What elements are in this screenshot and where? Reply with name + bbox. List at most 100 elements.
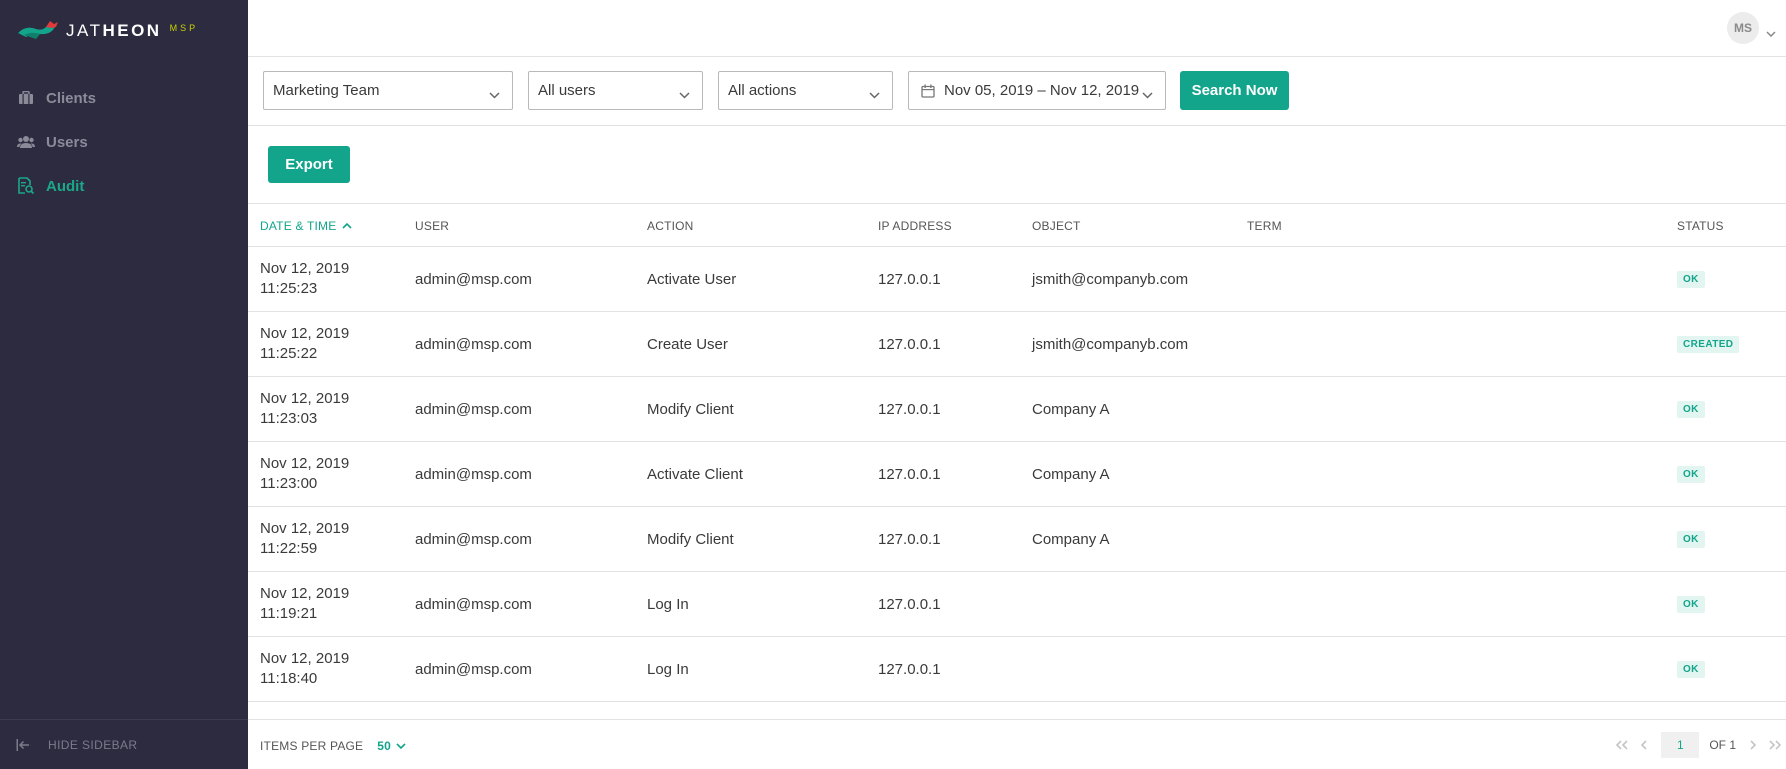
briefcase-icon [17, 89, 35, 107]
status-badge: OK [1677, 270, 1705, 288]
table-row[interactable]: Nov 12, 2019 11:23:03 admin@msp.com Modif… [248, 377, 1786, 442]
column-header-action[interactable]: ACTION [647, 219, 694, 233]
datetime-cell: Nov 12, 2019 11:25:22 [260, 325, 350, 362]
collapse-left-icon [16, 738, 30, 751]
sidebar-item-label: Clients [46, 89, 97, 107]
table-header: DATE & TIME USER ACTION IP ADDRESS OBJEC… [248, 203, 1786, 247]
datetime-cell: Nov 12, 2019 11:22:59 [260, 520, 350, 557]
items-per-page-select[interactable]: 50 [377, 739, 406, 753]
export-button[interactable]: Export [268, 146, 350, 183]
action-cell: Modify Client [647, 400, 734, 418]
sidebar-nav: Clients Users Audit [0, 76, 248, 208]
object-cell: jsmith@companyb.com [1032, 335, 1189, 353]
status-badge: OK [1677, 530, 1705, 548]
team-select-value: Marketing Team [273, 82, 380, 99]
user-cell: admin@msp.com [415, 595, 532, 613]
user-cell: admin@msp.com [415, 400, 532, 418]
brand-name: JATHEON [66, 21, 162, 40]
status-badge: OK [1677, 595, 1705, 613]
ip-cell: 127.0.0.1 [878, 335, 941, 353]
datetime-cell: Nov 12, 2019 11:23:03 [260, 390, 350, 427]
jatheon-logo-icon [18, 21, 58, 39]
users-select[interactable]: All users [528, 71, 703, 110]
previous-page-icon[interactable] [1633, 733, 1655, 757]
column-header-object[interactable]: OBJECT [1032, 219, 1081, 233]
last-page-icon[interactable] [1764, 733, 1786, 757]
chevron-down-icon[interactable] [1766, 24, 1776, 42]
status-cell: OK [1677, 247, 1705, 311]
status-cell: OK [1677, 377, 1705, 441]
search-now-button[interactable]: Search Now [1180, 71, 1289, 110]
action-cell: Log In [647, 660, 689, 678]
chevron-down-icon [679, 86, 690, 103]
pagination: OF 1 [1611, 732, 1786, 758]
object-cell: jsmith@companyb.com [1032, 270, 1189, 288]
object-cell: Company A [1032, 530, 1110, 548]
status-badge: OK [1677, 660, 1705, 678]
actions-select[interactable]: All actions [718, 71, 893, 110]
status-cell: OK [1677, 442, 1705, 506]
table-row[interactable]: Nov 12, 2019 11:25:22 admin@msp.com Creat… [248, 312, 1786, 377]
hide-sidebar-label: HIDE SIDEBAR [48, 737, 138, 752]
calendar-icon [921, 84, 935, 98]
sidebar: JATHEON MSP Clients Users Audit HIDE SID… [0, 0, 248, 769]
table-row[interactable]: Nov 12, 2019 11:19:21 admin@msp.com Log I… [248, 572, 1786, 637]
users-select-value: All users [538, 82, 596, 99]
sidebar-item-clients[interactable]: Clients [0, 76, 248, 120]
status-badge: OK [1677, 465, 1705, 483]
page-number-input[interactable] [1661, 732, 1700, 758]
column-header-status[interactable]: STATUS [1677, 219, 1724, 233]
status-cell: OK [1677, 572, 1705, 636]
status-cell: CREATED [1677, 312, 1740, 376]
column-header-user[interactable]: USER [415, 219, 449, 233]
audit-icon [17, 177, 35, 195]
ip-cell: 127.0.0.1 [878, 270, 941, 288]
brand-logo[interactable]: JATHEON MSP [16, 18, 198, 44]
items-per-page-label: ITEMS PER PAGE [260, 739, 364, 753]
object-cell: Company A [1032, 465, 1110, 483]
datetime-cell: Nov 12, 2019 11:19:21 [260, 585, 350, 622]
status-cell: OK [1677, 507, 1705, 571]
items-per-page: ITEMS PER PAGE 50 [260, 739, 406, 753]
sidebar-item-audit[interactable]: Audit [0, 164, 248, 208]
user-cell: admin@msp.com [415, 660, 532, 678]
table-row[interactable]: Nov 12, 2019 11:18:40 admin@msp.com Log I… [248, 637, 1786, 702]
sidebar-item-users[interactable]: Users [0, 120, 248, 164]
filter-bar: Marketing Team All users All actions Nov… [248, 57, 1786, 126]
table-row[interactable]: Nov 12, 2019 11:25:23 admin@msp.com Activ… [248, 247, 1786, 312]
hide-sidebar-button[interactable]: HIDE SIDEBAR [0, 719, 248, 769]
user-cell: admin@msp.com [415, 530, 532, 548]
top-bar: MS [248, 0, 1786, 57]
chevron-up-icon [342, 223, 353, 229]
action-cell: Log In [647, 595, 689, 613]
date-range-picker[interactable]: Nov 05, 2019 – Nov 12, 2019 [908, 71, 1166, 110]
users-icon [17, 133, 35, 151]
ip-cell: 127.0.0.1 [878, 595, 941, 613]
date-range-value: Nov 05, 2019 – Nov 12, 2019 [944, 82, 1140, 99]
actions-select-value: All actions [728, 82, 797, 99]
chevron-down-icon [869, 86, 880, 103]
table-row[interactable]: Nov 12, 2019 11:23:00 admin@msp.com Activ… [248, 442, 1786, 507]
datetime-cell: Nov 12, 2019 11:23:00 [260, 455, 350, 492]
ip-cell: 127.0.0.1 [878, 530, 941, 548]
column-header-ip-address[interactable]: IP ADDRESS [878, 219, 952, 233]
status-cell: OK [1677, 637, 1705, 701]
avatar[interactable]: MS [1727, 12, 1759, 44]
page-count-label: OF 1 [1709, 738, 1736, 752]
team-select[interactable]: Marketing Team [263, 71, 513, 110]
chevron-down-icon [489, 86, 500, 103]
status-badge: CREATED [1677, 335, 1740, 353]
datetime-cell: Nov 12, 2019 11:18:40 [260, 650, 350, 687]
audit-table-body: Nov 12, 2019 11:25:23 admin@msp.com Activ… [248, 247, 1786, 702]
action-cell: Modify Client [647, 530, 734, 548]
next-page-icon[interactable] [1742, 733, 1764, 757]
user-cell: admin@msp.com [415, 335, 532, 353]
table-footer: ITEMS PER PAGE 50 OF 1 [248, 719, 1786, 769]
first-page-icon[interactable] [1611, 733, 1633, 757]
table-row[interactable]: Nov 12, 2019 11:22:59 admin@msp.com Modif… [248, 507, 1786, 572]
column-header-date-time[interactable]: DATE & TIME [260, 219, 353, 233]
user-cell: admin@msp.com [415, 270, 532, 288]
brand-suffix: MSP [169, 23, 199, 33]
ip-cell: 127.0.0.1 [878, 465, 941, 483]
column-header-term[interactable]: TERM [1247, 219, 1282, 233]
